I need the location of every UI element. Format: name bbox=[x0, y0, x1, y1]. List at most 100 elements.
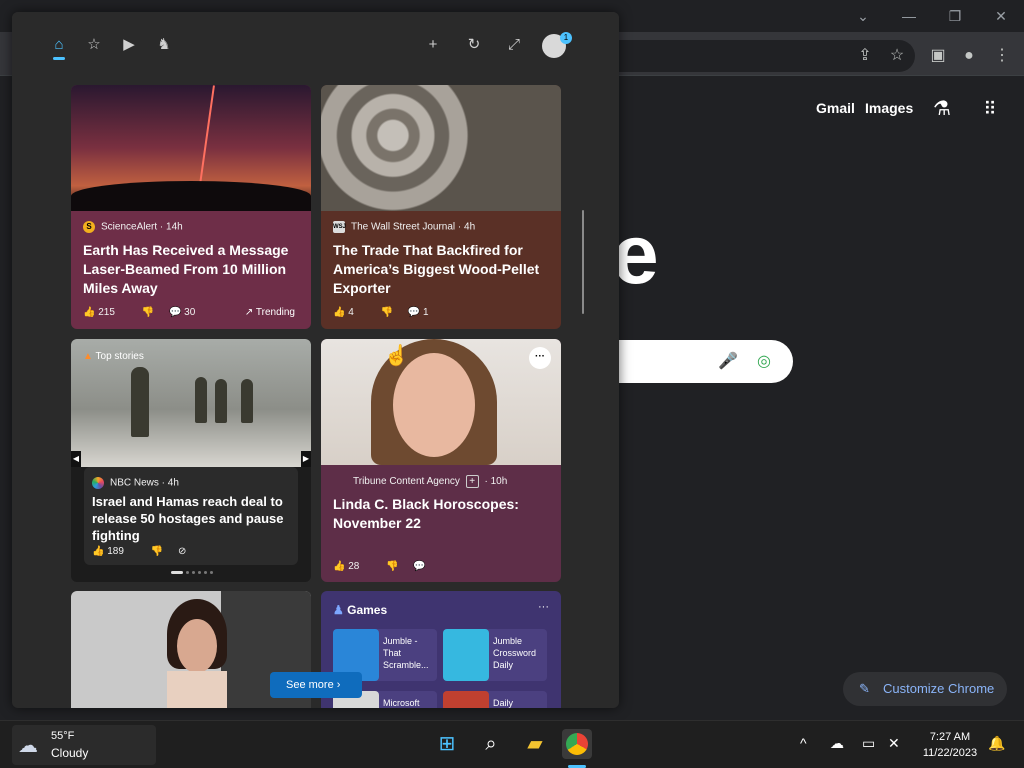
game-label: Microsoft bbox=[383, 698, 420, 708]
dislike-icon[interactable]: 👎 bbox=[386, 561, 398, 572]
widgets-header: ⌂ ☆ ▶ ♞ + ↻ ⤢ 1 bbox=[12, 12, 619, 76]
search-icon[interactable]: ⌕ bbox=[476, 729, 506, 759]
tab-search-icon[interactable]: ⌄ bbox=[848, 4, 878, 28]
weather-widget[interactable]: ☁ 55°F Cloudy bbox=[12, 725, 156, 765]
add-widget-icon[interactable]: + bbox=[422, 34, 444, 56]
source-name: NBC News bbox=[110, 477, 159, 489]
profile-icon[interactable]: ● bbox=[957, 44, 981, 68]
card-headline[interactable]: Israel and Hamas reach deal to release 5… bbox=[92, 493, 288, 544]
gmail-link[interactable]: Gmail bbox=[816, 100, 855, 116]
carousel-pagination[interactable] bbox=[171, 571, 215, 575]
close-button[interactable]: ✕ bbox=[986, 4, 1016, 28]
labs-flask-icon[interactable]: ⚗ bbox=[930, 97, 954, 121]
news-card[interactable]: ··· Tribune Content Agency + · 10h Linda… bbox=[321, 339, 561, 582]
apps-grid-icon[interactable]: ⠿ bbox=[978, 97, 1002, 121]
volume-muted-icon[interactable]: ✕ bbox=[888, 735, 900, 752]
card-age: 14h bbox=[166, 221, 183, 233]
card-actions: 👍 189 👎 ⊘ bbox=[92, 546, 198, 557]
scrollbar[interactable] bbox=[582, 210, 584, 314]
game-tile[interactable]: Jumble Crossword Daily bbox=[443, 629, 547, 681]
card-image bbox=[71, 85, 311, 211]
pagination-dot[interactable] bbox=[210, 571, 213, 574]
card-image bbox=[321, 339, 561, 465]
like-icon[interactable]: 👍 4 bbox=[333, 307, 366, 318]
card-actions: 👍 4 👎 💬 1 bbox=[333, 307, 453, 318]
see-more-label: See more bbox=[286, 679, 334, 691]
source-name: The Wall Street Journal bbox=[351, 221, 456, 233]
see-more-button[interactable]: See more › bbox=[270, 672, 362, 698]
minimize-button[interactable]: — bbox=[894, 4, 924, 28]
like-icon[interactable]: 👍 215 bbox=[83, 307, 127, 318]
jumble-crossword-thumbnail bbox=[443, 629, 489, 681]
start-windows-icon[interactable]: ⊞ bbox=[432, 729, 462, 759]
carousel-story-panel: NBC News · 4h Israel and Hamas reach dea… bbox=[84, 467, 298, 565]
pagination-dot[interactable] bbox=[198, 571, 201, 574]
address-bar[interactable]: ⇪ ☆ bbox=[600, 40, 915, 72]
card-headline[interactable]: Earth Has Received a Message Laser-Beame… bbox=[83, 241, 301, 298]
share-icon[interactable]: ⇪ bbox=[853, 44, 877, 68]
news-card[interactable]: S ScienceAlert · 14h Earth Has Received a… bbox=[71, 85, 311, 329]
follow-source-icon[interactable]: + bbox=[465, 475, 479, 488]
top-stories-carousel[interactable]: ▲ Top stories ◀ ▶ NBC News · 4h Israel a… bbox=[71, 339, 311, 582]
like-count: 4 bbox=[348, 307, 354, 318]
notification-bell-icon[interactable]: 🔔 bbox=[988, 735, 1005, 752]
pagination-dot[interactable] bbox=[204, 571, 207, 574]
clock-date: 11/22/2023 bbox=[922, 747, 978, 759]
side-panel-icon[interactable]: ▣ bbox=[926, 44, 950, 68]
chrome-taskbar-icon[interactable] bbox=[562, 729, 592, 759]
restore-button[interactable]: ❐ bbox=[940, 4, 970, 28]
games-icon: ♟ bbox=[333, 603, 344, 617]
weather-temp: 55°F bbox=[51, 730, 75, 742]
expand-icon[interactable]: ⤢ bbox=[503, 34, 525, 56]
comment-icon[interactable]: 💬 1 bbox=[408, 307, 441, 318]
video-icon[interactable]: ▶ bbox=[118, 34, 140, 56]
card-source: S ScienceAlert · 14h bbox=[83, 221, 183, 233]
images-link[interactable]: Images bbox=[865, 100, 913, 116]
pencil-icon: ✎ bbox=[859, 681, 870, 696]
home-icon[interactable]: ⌂ bbox=[48, 34, 70, 56]
dislike-icon[interactable]: 👎 bbox=[142, 307, 154, 318]
comment-count: 1 bbox=[423, 307, 429, 318]
voice-search-icon[interactable]: 🎤 bbox=[716, 350, 740, 374]
dislike-icon[interactable]: 👎 bbox=[381, 307, 393, 318]
games-more-icon[interactable]: ··· bbox=[538, 601, 549, 613]
chess-icon[interactable]: ♞ bbox=[153, 34, 175, 56]
pagination-dot[interactable] bbox=[192, 571, 195, 574]
chevron-up-icon[interactable]: ^ bbox=[800, 735, 807, 751]
pagination-dot-active[interactable] bbox=[171, 571, 183, 574]
carousel-next-button[interactable]: ▶ bbox=[301, 451, 311, 467]
ntp-search-box[interactable]: 🎤 ◎ bbox=[600, 340, 793, 383]
bookmark-star-icon[interactable]: ☆ bbox=[885, 44, 909, 68]
google-logo: e bbox=[612, 207, 659, 301]
clock-time: 7:27 AM bbox=[929, 731, 971, 743]
comment-icon[interactable]: 💬 bbox=[413, 561, 425, 572]
like-icon[interactable]: 👍 28 bbox=[333, 561, 371, 572]
chrome-menu-icon[interactable]: ⋮ bbox=[990, 44, 1014, 68]
card-headline[interactable]: The Trade That Backfired for America’s B… bbox=[333, 241, 551, 298]
comment-icon[interactable]: 💬 30 bbox=[169, 307, 207, 318]
carousel-prev-button[interactable]: ◀ bbox=[71, 451, 81, 467]
clock[interactable]: 7:27 AM 11/22/2023 bbox=[918, 729, 982, 761]
like-icon[interactable]: 👍 189 bbox=[92, 546, 136, 557]
tag-label: Top stories bbox=[95, 351, 144, 362]
star-plus-icon[interactable]: ☆ bbox=[83, 34, 105, 56]
soldier-figure bbox=[131, 367, 149, 437]
card-headline[interactable]: Linda C. Black Horoscopes: November 22 bbox=[333, 495, 551, 533]
game-tile[interactable]: Daily bbox=[443, 691, 547, 708]
laser-beam bbox=[199, 85, 215, 185]
like-count: 189 bbox=[107, 546, 124, 557]
card-age: 4h bbox=[167, 477, 179, 489]
lens-icon[interactable]: ◎ bbox=[752, 350, 776, 374]
news-card[interactable]: WSJ The Wall Street Journal · 4h The Trad… bbox=[321, 85, 561, 329]
file-explorer-icon[interactable]: ▰ bbox=[520, 729, 550, 759]
card-more-button[interactable]: ··· bbox=[529, 347, 551, 369]
network-icon[interactable]: ▭ bbox=[862, 735, 875, 752]
customize-chrome-button[interactable]: ✎ Customize Chrome bbox=[843, 672, 1007, 706]
pagination-dot[interactable] bbox=[186, 571, 189, 574]
cloud-offline-icon[interactable]: ☁ bbox=[830, 735, 844, 752]
dislike-icon[interactable]: 👎 bbox=[151, 546, 163, 557]
refresh-icon[interactable]: ↻ bbox=[463, 34, 485, 56]
comments-disabled-icon[interactable]: ⊘ bbox=[178, 546, 186, 557]
mountain-silhouette bbox=[71, 181, 311, 211]
game-label: Jumble - That Scramble... bbox=[383, 636, 429, 670]
